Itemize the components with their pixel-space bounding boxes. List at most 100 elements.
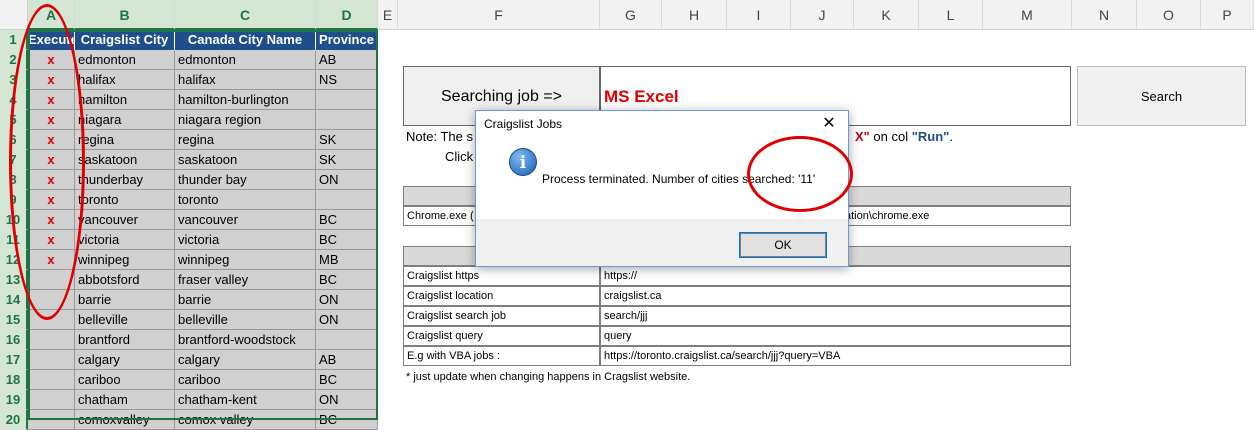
execute-cell[interactable] <box>28 290 75 310</box>
column-header-F[interactable]: F <box>398 0 600 30</box>
row-header-15[interactable]: 15 <box>0 310 28 330</box>
table-cell[interactable]: halifax <box>175 70 316 90</box>
column-header-M[interactable]: M <box>983 0 1072 30</box>
table-cell[interactable]: ON <box>316 310 378 330</box>
row-header-17[interactable]: 17 <box>0 350 28 370</box>
column-header-H[interactable]: H <box>662 0 727 30</box>
table-cell[interactable]: AB <box>316 50 378 70</box>
row-header-9[interactable]: 9 <box>0 190 28 210</box>
table-cell[interactable]: cariboo <box>175 370 316 390</box>
table-cell[interactable]: toronto <box>175 190 316 210</box>
config-value[interactable]: query <box>600 326 1071 346</box>
table-cell[interactable]: BC <box>316 370 378 390</box>
config-value[interactable]: https:// <box>600 266 1071 286</box>
execute-cell[interactable]: x <box>28 150 75 170</box>
table-cell[interactable]: SK <box>316 150 378 170</box>
table-cell[interactable]: saskatoon <box>175 150 316 170</box>
table-cell[interactable] <box>316 330 378 350</box>
column-header-G[interactable]: G <box>600 0 662 30</box>
table-cell[interactable]: comoxvalley <box>75 410 175 430</box>
table-cell[interactable]: cariboo <box>75 370 175 390</box>
table-cell[interactable]: edmonton <box>175 50 316 70</box>
table-cell[interactable]: victoria <box>175 230 316 250</box>
table-cell[interactable]: chatham-kent <box>175 390 316 410</box>
column-header-P[interactable]: P <box>1201 0 1254 30</box>
table-cell[interactable]: hamilton-burlington <box>175 90 316 110</box>
table-cell[interactable]: ON <box>316 390 378 410</box>
table-cell[interactable]: vancouver <box>75 210 175 230</box>
table-cell[interactable] <box>316 110 378 130</box>
row-header-16[interactable]: 16 <box>0 330 28 350</box>
row-header-1[interactable]: 1 <box>0 30 28 50</box>
config-value[interactable]: craigslist.ca <box>600 286 1071 306</box>
table-cell[interactable]: saskatoon <box>75 150 175 170</box>
row-header-7[interactable]: 7 <box>0 150 28 170</box>
column-header-D[interactable]: D <box>316 0 378 30</box>
table-header-cell[interactable]: Execute <box>28 30 75 50</box>
table-cell[interactable]: BC <box>316 410 378 430</box>
row-header-11[interactable]: 11 <box>0 230 28 250</box>
row-header-10[interactable]: 10 <box>0 210 28 230</box>
row-header-19[interactable]: 19 <box>0 390 28 410</box>
execute-cell[interactable]: x <box>28 170 75 190</box>
close-icon[interactable]: ✕ <box>818 113 840 135</box>
table-cell[interactable]: MB <box>316 250 378 270</box>
config-value[interactable]: https://toronto.craigslist.ca/search/jjj… <box>600 346 1071 366</box>
table-cell[interactable]: BC <box>316 210 378 230</box>
column-header-O[interactable]: O <box>1137 0 1201 30</box>
row-header-5[interactable]: 5 <box>0 110 28 130</box>
row-header-18[interactable]: 18 <box>0 370 28 390</box>
row-header-4[interactable]: 4 <box>0 90 28 110</box>
column-header-E[interactable]: E <box>378 0 398 30</box>
column-header-A[interactable]: A <box>28 0 75 30</box>
table-cell[interactable]: thunderbay <box>75 170 175 190</box>
table-cell[interactable]: AB <box>316 350 378 370</box>
column-header-N[interactable]: N <box>1072 0 1137 30</box>
table-cell[interactable]: fraser valley <box>175 270 316 290</box>
execute-cell[interactable]: x <box>28 130 75 150</box>
execute-cell[interactable]: x <box>28 210 75 230</box>
column-header-K[interactable]: K <box>854 0 919 30</box>
column-header-C[interactable]: C <box>175 0 316 30</box>
table-cell[interactable]: calgary <box>75 350 175 370</box>
table-cell[interactable]: barrie <box>175 290 316 310</box>
table-header-cell[interactable]: Canada City Name <box>175 30 316 50</box>
row-header-13[interactable]: 13 <box>0 270 28 290</box>
row-header-12[interactable]: 12 <box>0 250 28 270</box>
column-header-J[interactable]: J <box>791 0 854 30</box>
execute-cell[interactable] <box>28 270 75 290</box>
table-cell[interactable]: BC <box>316 230 378 250</box>
table-cell[interactable]: hamilton <box>75 90 175 110</box>
table-cell[interactable] <box>316 190 378 210</box>
table-cell[interactable]: brantford <box>75 330 175 350</box>
row-header-2[interactable]: 2 <box>0 50 28 70</box>
table-cell[interactable]: regina <box>75 130 175 150</box>
row-header-8[interactable]: 8 <box>0 170 28 190</box>
row-header-20[interactable]: 20 <box>0 410 28 430</box>
table-cell[interactable]: SK <box>316 130 378 150</box>
table-cell[interactable]: vancouver <box>175 210 316 230</box>
table-cell[interactable]: regina <box>175 130 316 150</box>
table-header-cell[interactable]: Craigslist City <box>75 30 175 50</box>
table-cell[interactable]: winnipeg <box>75 250 175 270</box>
execute-cell[interactable]: x <box>28 70 75 90</box>
table-cell[interactable] <box>316 90 378 110</box>
table-cell[interactable]: barrie <box>75 290 175 310</box>
execute-cell[interactable] <box>28 330 75 350</box>
row-header-14[interactable]: 14 <box>0 290 28 310</box>
row-header-6[interactable]: 6 <box>0 130 28 150</box>
table-cell[interactable]: comox valley <box>175 410 316 430</box>
config-value[interactable]: search/jjj <box>600 306 1071 326</box>
table-cell[interactable]: belleville <box>175 310 316 330</box>
column-header-L[interactable]: L <box>919 0 983 30</box>
table-cell[interactable]: brantford-woodstock <box>175 330 316 350</box>
table-header-cell[interactable]: Province <box>316 30 378 50</box>
execute-cell[interactable] <box>28 390 75 410</box>
table-cell[interactable]: edmonton <box>75 50 175 70</box>
execute-cell[interactable]: x <box>28 50 75 70</box>
table-cell[interactable]: NS <box>316 70 378 90</box>
execute-cell[interactable]: x <box>28 230 75 250</box>
search-button[interactable]: Search <box>1077 66 1246 126</box>
table-cell[interactable]: belleville <box>75 310 175 330</box>
row-header-3[interactable]: 3 <box>0 70 28 90</box>
